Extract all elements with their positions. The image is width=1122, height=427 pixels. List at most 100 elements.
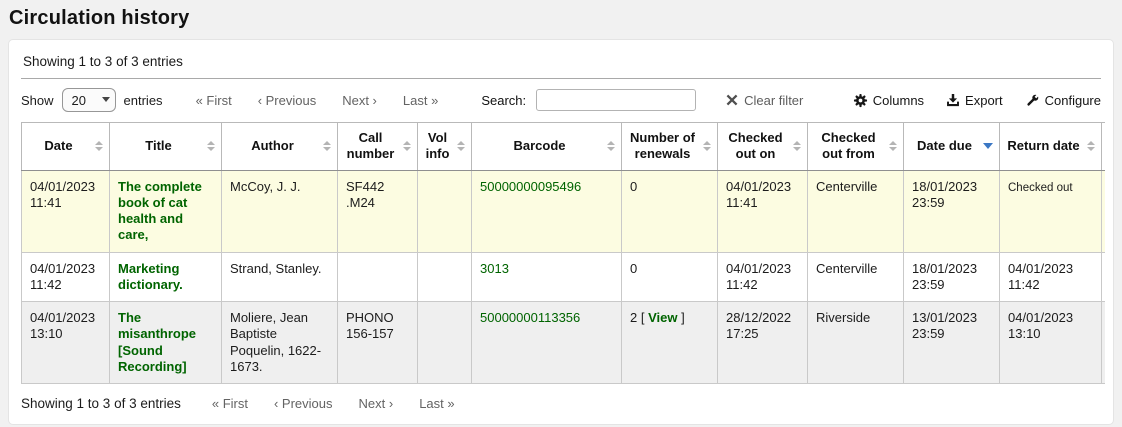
search-input[interactable] [536,89,696,111]
checked-out-on-cell: 04/01/2023 11:41 [718,170,808,252]
columns-button[interactable]: Columns [853,93,924,108]
checked-out-status-badge: Checked out [1008,182,1073,194]
title-link[interactable]: Marketing dictionary. [118,261,183,292]
sort-arrows-icon [207,141,215,151]
column-header-date-due[interactable]: Date due [904,123,1000,171]
header-row: Date TitleAuthor Call number Vol info Barcod… [22,123,1106,171]
barcode-link[interactable]: 50000000095496 [480,179,581,194]
sort-arrows-icon [403,141,411,151]
pagination-previous-button[interactable]: ‹ Previous [261,396,346,411]
wrench-icon [1025,93,1040,108]
checked-out-on-cell: 28/12/2022 17:25 [718,302,808,384]
sort-up-arrow [323,141,331,145]
sort-up-arrow [889,141,897,145]
call-number-cell: SF442 .M24 [338,170,418,252]
column-header-checked-out-from[interactable]: Checked out from [808,123,904,171]
column-header-title[interactable]: Title [110,123,222,171]
table-row: 04/01/2023 13:10The misanthrope [Sound R… [22,302,1106,384]
title-cell: The complete book of cat health and care… [110,170,222,252]
results-panel: Showing 1 to 3 of 3 entries Show 20 entr… [8,39,1114,425]
column-header-label: Checked out on [728,130,782,161]
column-header-return-date[interactable]: Return date [1000,123,1102,171]
columns-button-label: Columns [873,93,924,108]
title-link[interactable]: The complete book of cat health and care… [118,179,202,243]
sort-down-arrow [457,147,465,151]
circulation-history-table: Date TitleAuthor Call number Vol info Barcod… [21,122,1105,384]
barcode-link[interactable]: 50000000113356 [480,310,580,325]
table-scroll-area[interactable]: Date TitleAuthor Call number Vol info Barcod… [21,122,1105,384]
call-number-cell [338,252,418,302]
title-cell: Marketing dictionary. [110,252,222,302]
sort-arrows-icon [703,141,711,151]
page-length-select-wrap: 20 [62,88,116,112]
column-header-vol-info[interactable]: Vol info [418,123,472,171]
pagination-first-button[interactable]: « First [183,93,245,108]
sort-down-arrow [207,147,215,151]
author-cell: Moliere, Jean Baptiste Poquelin, 1622-16… [222,302,338,384]
sort-arrows-icon [95,141,103,151]
vol-info-cell [418,302,472,384]
renewals-cell: 0 [622,252,718,302]
sort-down-arrow [607,147,615,151]
column-header-number-of-renewals[interactable]: Number of renewals [622,123,718,171]
checked-out-from-cell: Centerville [808,170,904,252]
show-label: Show [21,93,54,108]
gear-icon [853,93,868,108]
column-header-checked-out-on[interactable]: Checked out on [718,123,808,171]
pagination-next-button[interactable]: Next › [346,396,407,411]
date-due-cell: 18/01/2023 23:59 [904,252,1000,302]
table-footer: Showing 1 to 3 of 3 entries « First ‹ Pr… [21,396,1101,411]
return-date-cell: Checked out [1000,170,1102,252]
date-cell: 04/01/2023 11:41 [22,170,110,252]
pagination-bottom: « First ‹ Previous Next › Last » [199,396,468,411]
sort-down-arrow [403,147,411,151]
sort-down-arrow [793,147,801,151]
view-renewals-link[interactable]: View [648,310,677,325]
pagination-last-button[interactable]: Last » [390,93,451,108]
clipped-column [1102,302,1106,384]
title-link[interactable]: The misanthrope [Sound Recording] [118,310,196,374]
sort-down-arrow [889,147,897,151]
column-header-label: Date [44,138,72,153]
column-header-date[interactable]: Date [22,123,110,171]
clipped-column [1102,123,1106,171]
return-date-cell: 04/01/2023 13:10 [1000,302,1102,384]
pagination-first-button[interactable]: « First [199,396,261,411]
sort-down-arrow [95,147,103,151]
checked-out-from-cell: Centerville [808,252,904,302]
sort-up-arrow [793,141,801,145]
date-cell: 04/01/2023 13:10 [22,302,110,384]
download-icon [946,93,960,107]
sort-arrows-icon [607,141,615,151]
barcode-cell: 3013 [472,252,622,302]
column-header-call-number[interactable]: Call number [338,123,418,171]
pagination-last-button[interactable]: Last » [406,396,467,411]
pagination-next-button[interactable]: Next › [329,93,390,108]
sort-up-arrow [703,141,711,145]
clear-filter-button[interactable]: Clear filter [726,93,803,108]
column-header-label: Call number [347,130,395,161]
column-header-author[interactable]: Author [222,123,338,171]
barcode-link[interactable]: 3013 [480,261,509,276]
export-button-label: Export [965,93,1003,108]
author-cell: McCoy, J. J. [222,170,338,252]
page-length-select[interactable]: 20 [62,88,116,112]
column-header-label: Vol info [426,130,450,161]
column-header-barcode[interactable]: Barcode [472,123,622,171]
sort-up-arrow [403,141,411,145]
sort-desc-arrow [983,143,993,149]
date-due-cell: 13/01/2023 23:59 [904,302,1000,384]
sort-arrows-icon [1087,141,1095,151]
sort-down-arrow [1087,147,1095,151]
column-header-label: Date due [917,138,972,153]
pagination-previous-button[interactable]: ‹ Previous [245,93,330,108]
table-info-bottom: Showing 1 to 3 of 3 entries [21,396,181,411]
table-row: 04/01/2023 11:42Marketing dictionary.Str… [22,252,1106,302]
sort-up-arrow [1087,141,1095,145]
barcode-cell: 50000000113356 [472,302,622,384]
configure-button[interactable]: Configure [1025,93,1101,108]
call-number-cell: PHONO 156-157 [338,302,418,384]
table-controls: Show 20 entries « First ‹ Previous Next … [21,88,1101,112]
configure-button-label: Configure [1045,93,1101,108]
export-button[interactable]: Export [946,93,1003,108]
